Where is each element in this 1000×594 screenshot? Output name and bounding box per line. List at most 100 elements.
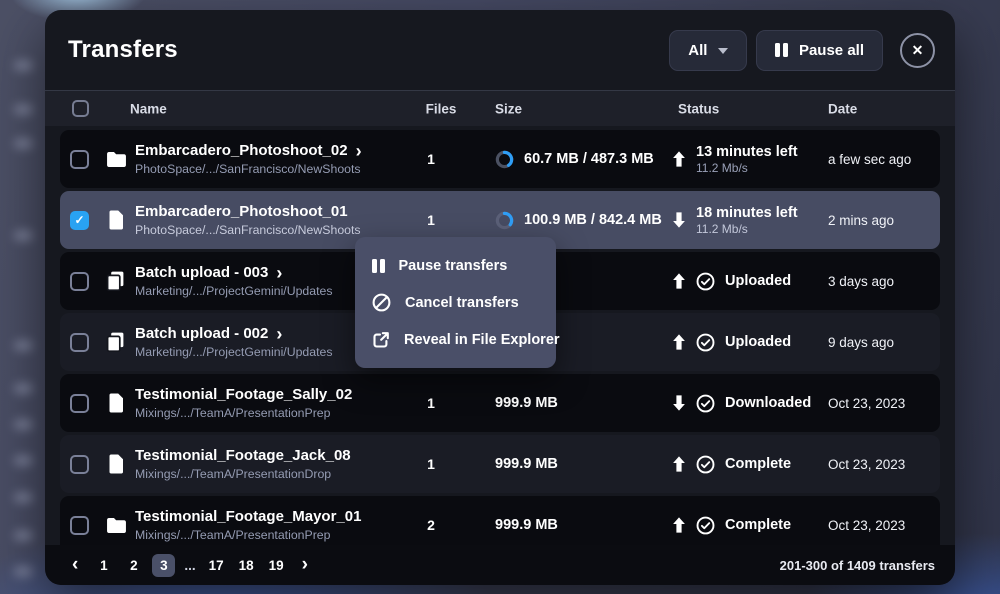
transfer-speed: 11.2 Mb/s [696,222,798,236]
name-cell: Testimonial_Footage_Sally_02 Mixings/...… [135,386,406,420]
page-button[interactable]: 1 [92,554,115,577]
check-circle-icon [696,394,715,413]
table-row[interactable]: Testimonial_Footage_Jack_08 Mixings/.../… [60,435,940,493]
status-cell: Complete [672,516,828,535]
row-checkbox[interactable] [70,150,89,169]
transfer-path: Mixings/.../TeamA/PresentationPrep [135,528,406,542]
status-cell: Complete [672,455,828,474]
blurred-sidebar-icon [14,566,33,577]
transfer-name: Batch upload - 002 [135,325,268,342]
menu-item-reveal-in-file-explorer[interactable]: Reveal in File Explorer [355,321,556,358]
size-cell: 100.9 MB / 842.4 MB [495,211,672,230]
select-all-checkbox[interactable] [72,100,89,117]
transfer-date: Oct 23, 2023 [828,396,940,411]
folder-icon [105,517,127,534]
page-button-active[interactable]: 3 [152,554,175,577]
row-checkbox[interactable] [70,516,89,535]
transfer-name: Batch upload - 003 [135,264,268,281]
progress-ring-icon [495,150,514,169]
size-cell: 60.7 MB / 487.3 MB [495,150,672,169]
menu-item-label: Pause transfers [399,258,508,274]
column-header-size[interactable]: Size [495,101,522,116]
close-icon: ✕ [912,42,924,59]
size-cell: 999.9 MB [495,456,672,472]
upload-arrow-icon [672,273,686,289]
transfer-date: 2 mins ago [828,213,940,228]
transfer-date: Oct 23, 2023 [828,457,940,472]
transfer-name: Embarcadero_Photoshoot_02 [135,142,348,159]
files-stack-icon [105,332,127,352]
filter-dropdown-label: All [688,42,707,59]
column-header-files[interactable]: Files [416,101,466,116]
row-checkbox-checked[interactable] [70,211,89,230]
column-header-status[interactable]: Status [678,101,719,116]
transfer-size: 100.9 MB / 842.4 MB [524,212,662,228]
menu-item-pause-transfers[interactable]: Pause transfers [355,247,556,284]
filter-dropdown[interactable]: All [669,30,747,71]
transfer-name: Testimonial_Footage_Mayor_01 [135,508,361,525]
blurred-sidebar-icon [14,138,33,149]
files-count: 1 [406,395,456,411]
transfer-size: 60.7 MB / 487.3 MB [524,151,654,167]
table-header: Name Files Size Status Date [45,90,955,126]
menu-item-label: Cancel transfers [405,295,519,311]
status-text: Complete [725,517,791,533]
status-text: Downloaded [725,395,811,411]
chevron-down-icon [718,48,728,54]
row-checkbox[interactable] [70,455,89,474]
row-checkbox[interactable] [70,272,89,291]
progress-ring-icon [495,211,514,230]
transfer-path: PhotoSpace/.../SanFrancisco/NewShoots [135,223,406,237]
check-circle-icon [696,272,715,291]
pause-all-button[interactable]: Pause all [756,30,883,71]
cancel-icon [372,293,391,312]
folder-icon [105,151,127,168]
transfer-date: Oct 23, 2023 [828,518,940,533]
file-icon [105,454,127,474]
table-row[interactable]: Testimonial_Footage_Sally_02 Mixings/...… [60,374,940,432]
files-count: 1 [406,456,456,472]
status-cell: 13 minutes left 11.2 Mb/s [672,144,828,175]
next-page-button[interactable]: › [295,555,315,576]
page-button[interactable]: 17 [205,554,228,577]
page-button[interactable]: 18 [235,554,258,577]
transfer-path: Mixings/.../TeamA/PresentationDrop [135,467,406,481]
context-menu: Pause transfers Cancel transfers Reveal … [355,237,556,368]
file-icon [105,393,127,413]
page-title: Transfers [68,36,178,64]
transfer-path: PhotoSpace/.../SanFrancisco/NewShoots [135,162,406,176]
blurred-sidebar-icon [14,383,33,394]
table-row[interactable]: Embarcadero_Photoshoot_02 › PhotoSpace/.… [60,130,940,188]
chevron-right-icon[interactable]: › [276,266,282,280]
prev-page-button[interactable]: ‹ [65,555,85,576]
blurred-sidebar-icon [14,340,33,351]
chevron-right-icon[interactable]: › [276,327,282,341]
page-button[interactable]: 19 [265,554,288,577]
menu-item-cancel-transfers[interactable]: Cancel transfers [355,284,556,321]
desktop-background: Transfers All Pause all ✕ Name Files Siz… [0,0,1000,594]
transfer-name: Testimonial_Footage_Sally_02 [135,386,352,403]
status-text: Uploaded [725,334,791,350]
name-cell: Embarcadero_Photoshoot_02 › PhotoSpace/.… [135,142,406,176]
upload-arrow-icon [672,456,686,472]
files-stack-icon [105,271,127,291]
menu-item-label: Reveal in File Explorer [404,332,560,348]
header-controls: All Pause all ✕ [669,30,935,71]
transfer-date: 3 days ago [828,274,940,289]
blurred-sidebar-icon [14,230,33,241]
chevron-right-icon[interactable]: › [356,144,362,158]
blurred-sidebar-icon [14,530,33,541]
status-text: Uploaded [725,273,791,289]
pagination-ellipsis: ... [182,558,197,573]
blurred-sidebar-icon [14,492,33,503]
row-checkbox[interactable] [70,394,89,413]
pause-all-label: Pause all [799,42,864,59]
pause-icon [372,259,385,273]
column-header-date[interactable]: Date [828,101,857,116]
pause-icon [775,43,788,57]
row-checkbox[interactable] [70,333,89,352]
page-button[interactable]: 2 [122,554,145,577]
close-button[interactable]: ✕ [900,33,935,68]
column-header-name[interactable]: Name [130,101,167,116]
status-cell: 18 minutes left 11.2 Mb/s [672,205,828,236]
